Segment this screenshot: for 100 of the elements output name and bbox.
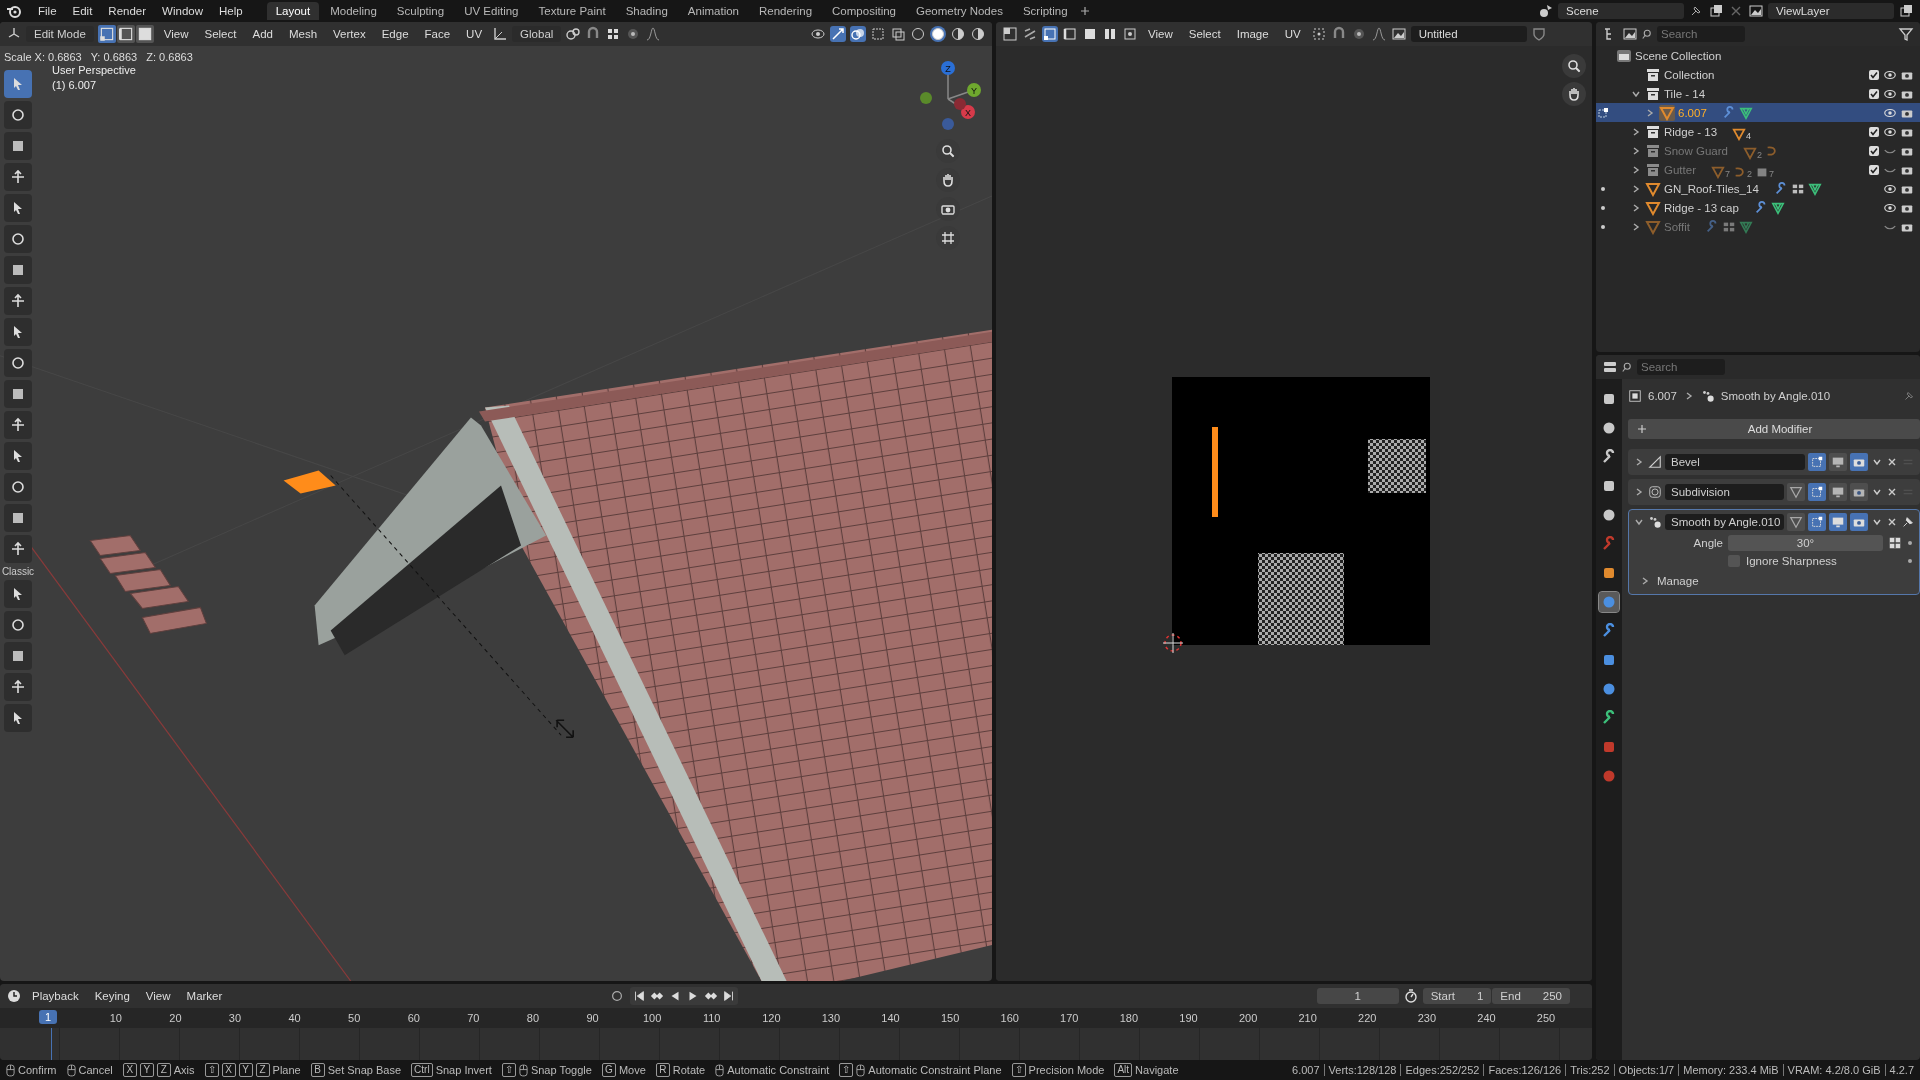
cage-toggle-icon[interactable] [1787,483,1805,501]
tool-button[interactable] [4,611,32,639]
shading-mode-icon[interactable] [970,26,986,42]
modifier-badge-icon[interactable] [1721,105,1736,120]
tool-button[interactable] [4,704,32,732]
sync-icon[interactable] [1022,26,1038,42]
stopwatch-icon[interactable] [1402,988,1419,1004]
render-toggle-icon[interactable] [1850,513,1868,531]
checkbox[interactable] [1868,87,1880,100]
search-field[interactable]: Search [1657,26,1745,42]
filter-icon[interactable] [1898,26,1914,42]
menu-item[interactable]: UV [460,28,489,40]
image-name-field[interactable]: Untitled [1410,26,1527,42]
modifier-name-field[interactable]: Smooth by Angle.010 [1665,514,1784,530]
dot-icon[interactable] [1600,185,1606,192]
tool-button[interactable] [4,442,32,470]
add-icon[interactable] [1078,5,1091,17]
workspace-tab[interactable]: Compositing [823,2,905,20]
cage-toggle-icon[interactable] [1787,513,1805,531]
tool-button[interactable] [4,642,32,670]
menu-item[interactable]: Vertex [327,28,372,40]
xray-icon[interactable] [890,26,906,42]
zoom-icon[interactable] [1562,54,1586,78]
mode-dropdown[interactable]: Edit Mode [26,26,94,42]
tool-button[interactable] [4,70,32,98]
tool-button[interactable] [4,256,32,284]
image-icon[interactable] [1748,3,1764,19]
tool-button[interactable] [4,163,32,191]
ignore-sharpness-checkbox[interactable]: Ignore Sharpness [1728,555,1902,567]
image-icon[interactable] [1390,26,1407,42]
pivot-icon[interactable] [565,26,582,42]
select-mode-icon[interactable] [135,25,154,43]
shading-mode-icon[interactable] [950,26,966,42]
tool-button[interactable] [4,504,32,532]
menu-item[interactable]: View [157,28,195,40]
hand-icon[interactable] [1562,82,1586,106]
tool-button[interactable] [4,194,32,222]
viewport-toggle-icon[interactable] [1829,453,1847,471]
display-mode-icon[interactable] [1622,26,1638,42]
mesh-badge-icon[interactable] [1738,105,1753,120]
select-mode-icon[interactable] [116,25,135,43]
sticky-select-icon[interactable] [1122,26,1138,42]
copy-icon[interactable] [1708,3,1724,19]
menu-item[interactable]: Mesh [282,28,324,40]
workspace-tab[interactable]: Modeling [321,2,386,20]
menu-item[interactable]: Face [418,28,457,40]
outliner-row[interactable]: 6.007 [1596,103,1920,122]
object-badge-icon[interactable] [1732,126,1747,141]
copy-icon[interactable] [1898,3,1914,19]
outliner-row[interactable]: Ridge - 13 4 [1596,122,1920,141]
edge-select-icon[interactable] [1062,26,1078,42]
menu-item[interactable]: Edit [66,5,99,17]
workspace-tab[interactable]: Shading [616,2,677,20]
blender-logo-icon[interactable] [6,3,22,19]
end-frame-field[interactable]: End 250 [1492,988,1570,1004]
modifier-badge-icon[interactable] [1773,181,1788,196]
workspace-tab[interactable]: Sculpting [387,2,454,20]
tool-button[interactable] [4,380,32,408]
tool-button[interactable] [4,132,32,160]
close-icon[interactable] [1886,456,1898,468]
menu-item[interactable]: Playback [26,990,85,1002]
outliner-row[interactable]: GN_Roof-Tiles_14 [1596,179,1920,198]
menu-item[interactable]: Image [1230,28,1275,40]
close-icon[interactable] [1886,516,1898,528]
editmode-toggle-icon[interactable] [1808,513,1826,531]
render-toggle-icon[interactable] [1850,483,1868,501]
add-modifier-button[interactable]: Add Modifier [1628,419,1920,439]
workspace-tab[interactable]: Rendering [750,2,822,20]
viewport-toggle-icon[interactable] [1829,513,1847,531]
menu-item[interactable]: Window [156,5,209,17]
orientation-icon[interactable] [492,26,509,42]
overlay-toggle-icon[interactable] [850,26,866,42]
menu-item[interactable]: Render [102,5,153,17]
node-socket-icon[interactable] [1888,536,1902,550]
scene-icon[interactable] [1538,3,1554,19]
shield-icon[interactable] [1530,26,1547,42]
close-icon[interactable] [1886,486,1898,498]
modifier-badge-icon[interactable] [1753,200,1768,215]
viewport-toggle-icon[interactable] [1829,483,1847,501]
menu-item[interactable]: Select [1182,28,1227,40]
gizmo-toggle-icon[interactable] [830,26,846,42]
angle-field[interactable]: 30° [1728,535,1883,551]
tool-button[interactable] [4,287,32,315]
mesh-badge-icon[interactable] [1807,181,1822,196]
shading-mode-icon[interactable] [910,26,926,42]
tool-button[interactable] [4,473,32,501]
tool-button[interactable] [4,349,32,377]
menu-item[interactable]: File [32,5,63,17]
axis-gizmo-drawing[interactable]: Z Y X [908,54,988,134]
scene-collection-label[interactable]: Scene Collection [1635,49,1722,62]
keyframe-dot-icon[interactable] [1907,558,1913,564]
mesh-edit-overlay-icon[interactable] [870,26,886,42]
scene-field[interactable]: Scene [1558,3,1684,19]
tool-button[interactable] [4,318,32,346]
search-field[interactable]: Search [1637,359,1725,375]
menu-item[interactable]: UV [1278,28,1307,40]
menu-item[interactable]: View [139,990,177,1002]
edit-mode-icon[interactable] [1597,106,1609,119]
clock-icon[interactable] [6,988,22,1004]
tool-button[interactable] [4,535,32,563]
